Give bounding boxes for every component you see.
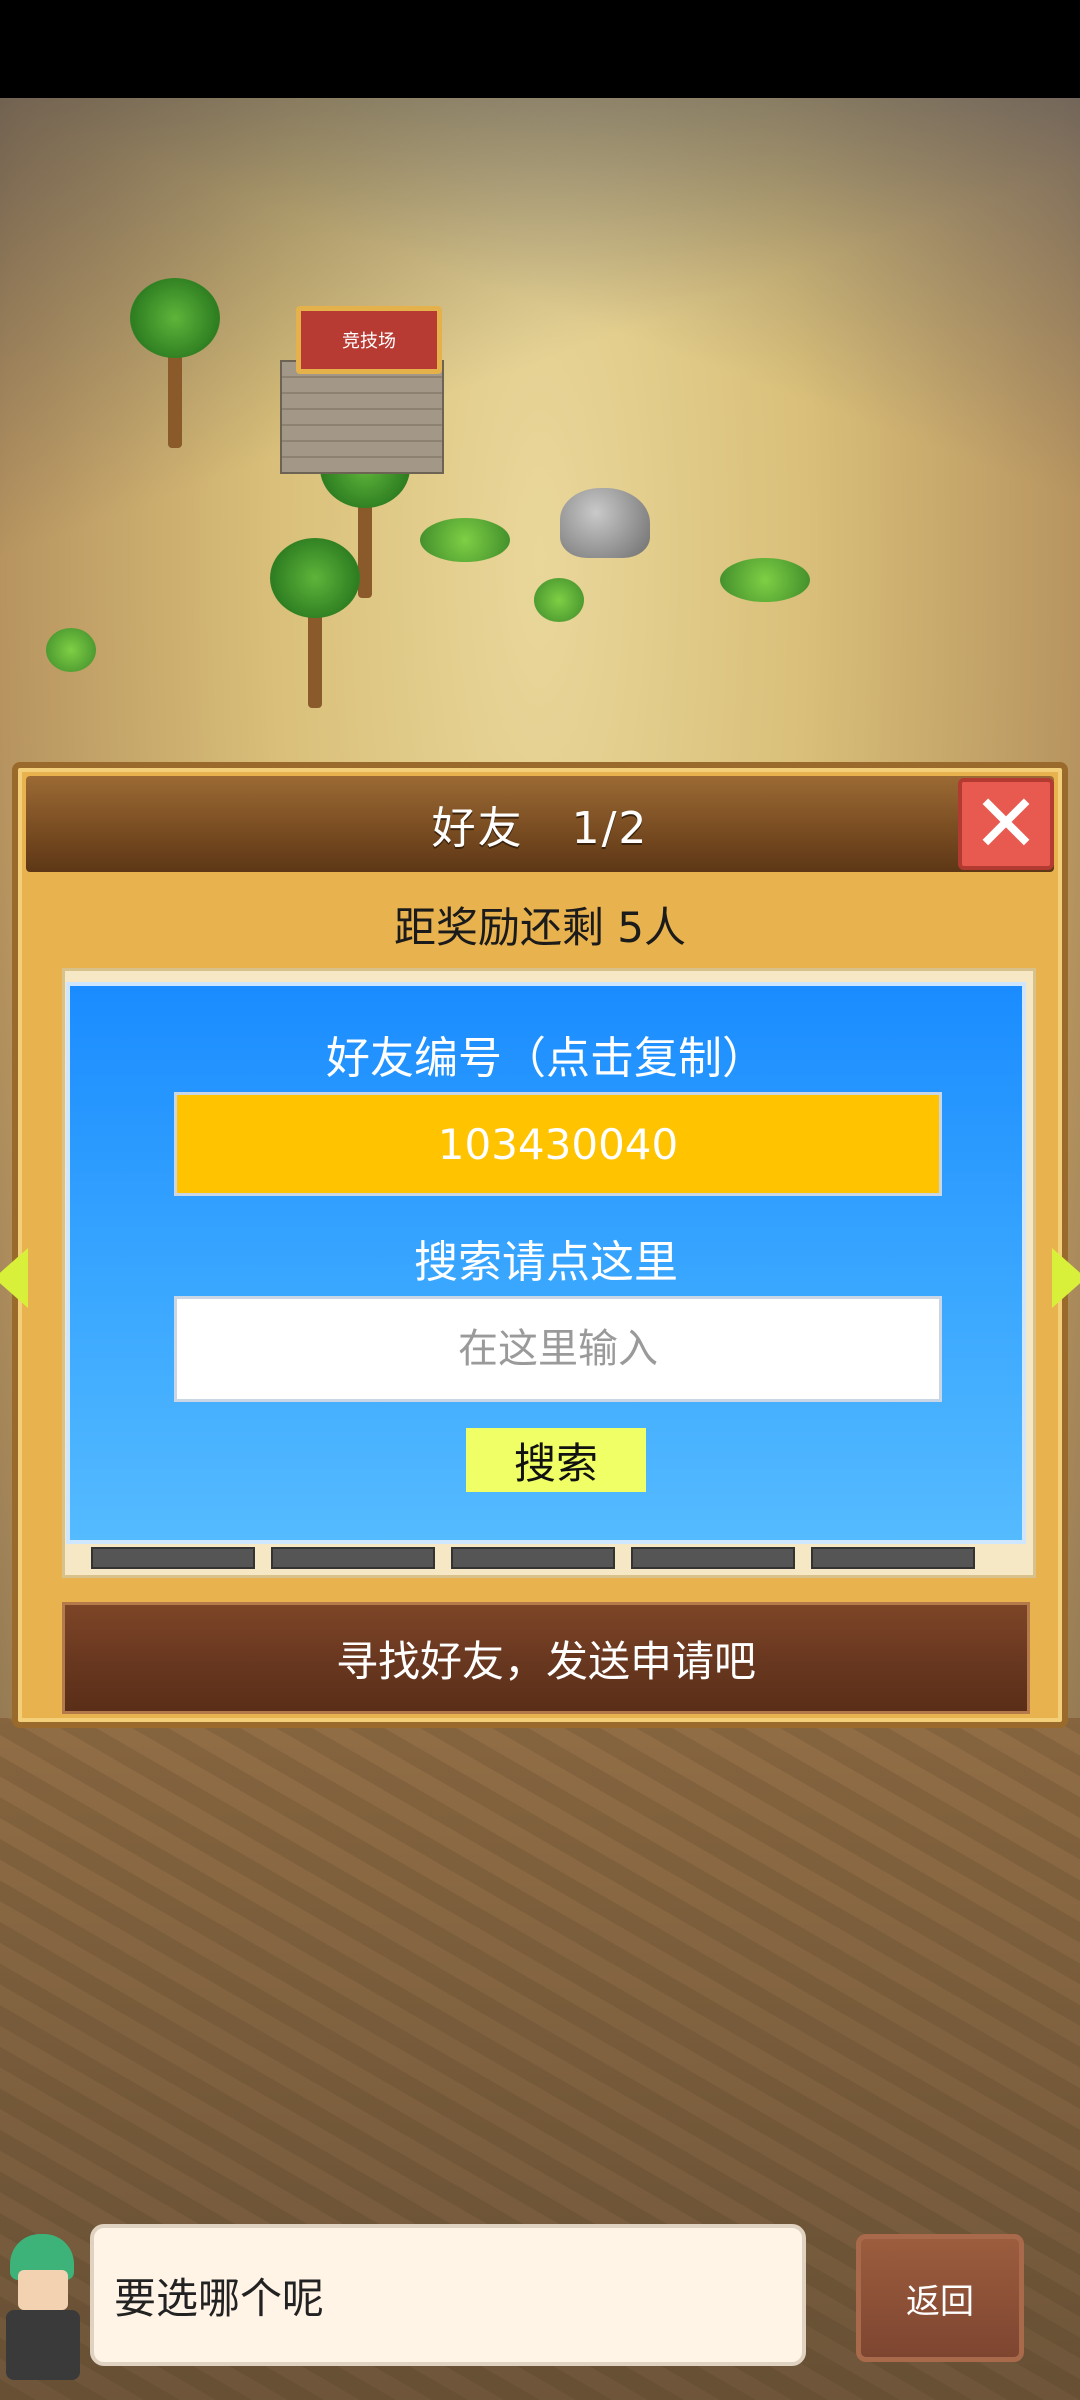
bush <box>420 518 510 562</box>
bush <box>46 628 96 672</box>
rock <box>560 488 650 558</box>
find-friends-button[interactable]: 寻找好友，发送申请吧 <box>62 1602 1030 1714</box>
dialog-title: 好友 1/2 <box>432 792 649 856</box>
arena-sign[interactable]: 竞技场 <box>296 306 442 374</box>
avatar <box>0 2234 86 2384</box>
farm-plot <box>520 1958 728 2086</box>
friend-slot[interactable] <box>271 1547 435 1569</box>
friend-id-panel: 好友编号（点击复制） 103430040 搜索请点这里 搜索 <box>66 982 1026 1544</box>
bush <box>534 578 584 622</box>
message-text: 要选哪个呢 <box>114 2273 325 2323</box>
search-label: 搜索请点这里 <box>414 1237 678 1288</box>
friends-dialog: 好友 1/2 ✕ 距奖励还剩 5人 好友编号（点击复制） 103430040 搜索… <box>0 762 1080 1728</box>
farm-plot <box>300 1858 508 1956</box>
next-page-arrow-icon[interactable] <box>1052 1248 1080 1308</box>
dialog-header: 好友 1/2 ✕ <box>26 776 1054 872</box>
prev-page-arrow-icon[interactable] <box>0 1248 28 1308</box>
close-button[interactable]: ✕ <box>958 778 1054 870</box>
friend-slot[interactable] <box>91 1547 255 1569</box>
farm-plot <box>660 2078 828 2186</box>
friend-id-label: 好友编号（点击复制） <box>326 1033 766 1084</box>
message-bubble: 要选哪个呢 <box>90 2224 806 2366</box>
farm-plot <box>320 1978 498 2086</box>
friend-search-input[interactable] <box>174 1296 942 1402</box>
palm-tree <box>130 278 220 448</box>
bush <box>720 558 810 602</box>
palm-tree <box>270 538 360 708</box>
reward-remaining-text: 距奖励还剩 5人 <box>393 903 687 952</box>
farm-plot <box>130 1878 288 1956</box>
friend-slot[interactable] <box>451 1547 615 1569</box>
friend-slot[interactable] <box>811 1547 975 1569</box>
page-indicator: 1/2 <box>571 803 649 854</box>
close-icon: ✕ <box>972 777 1040 870</box>
friend-slot[interactable] <box>631 1547 795 1569</box>
status-bar <box>0 0 1080 98</box>
dialog-title-text: 好友 <box>431 803 524 854</box>
friend-id-copy-box[interactable]: 103430040 <box>174 1092 942 1196</box>
arena-building[interactable] <box>280 360 444 474</box>
back-button[interactable]: 返回 <box>856 2234 1024 2362</box>
farm-plot <box>780 1978 968 2086</box>
search-button[interactable]: 搜索 <box>466 1428 646 1492</box>
